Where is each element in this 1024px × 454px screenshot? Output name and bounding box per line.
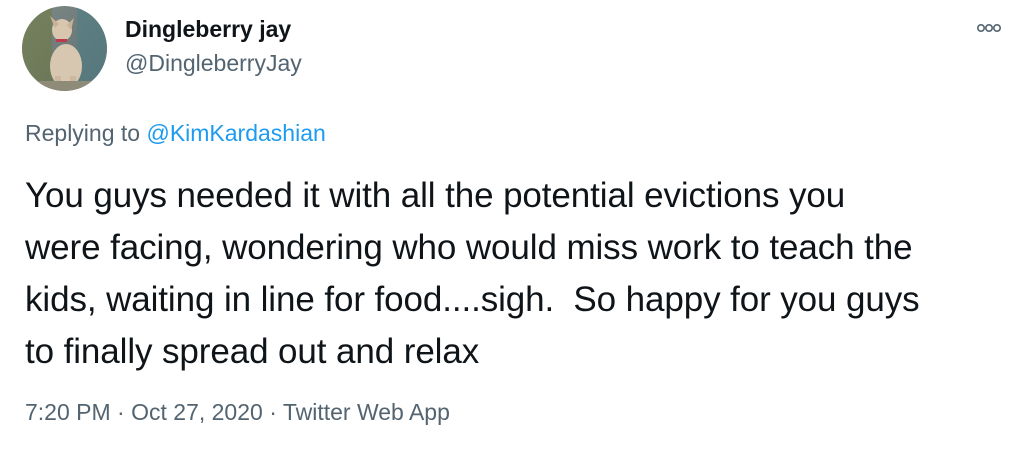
more-options-button[interactable] — [974, 18, 1004, 38]
author-display-name[interactable]: Dingleberry jay — [125, 13, 291, 45]
tweet-metadata: 7:20 PM · Oct 27, 2020 · Twitter Web App — [25, 396, 450, 428]
meta-separator: · — [110, 399, 132, 425]
avatar[interactable] — [22, 6, 107, 91]
dog-avatar-icon — [22, 6, 107, 91]
replying-prefix: Replying to — [25, 120, 147, 146]
reply-mention-link[interactable]: @KimKardashian — [146, 120, 325, 146]
more-options-icon — [976, 24, 1001, 33]
tweet-text-line: You guys needed it with all the potentia… — [25, 176, 846, 215]
tweet-card: Dingleberry jay @DingleberryJay Replying… — [0, 0, 1024, 454]
tweet-time[interactable]: 7:20 PM — [25, 399, 111, 425]
tweet-text-line: to finally spread out and relax — [25, 332, 480, 371]
meta-separator: · — [262, 399, 283, 425]
tweet-text: You guys needed it with all the potentia… — [25, 170, 1015, 378]
tweet-date[interactable]: Oct 27, 2020 — [131, 399, 263, 425]
author-handle[interactable]: @DingleberryJay — [125, 47, 302, 79]
tweet-source[interactable]: Twitter Web App — [283, 399, 450, 425]
replying-to: Replying to @KimKardashian — [25, 117, 326, 149]
tweet-text-line: were facing, wondering who would miss wo… — [25, 228, 913, 267]
tweet-text-line: kids, waiting in line for food....sigh. … — [25, 280, 920, 319]
